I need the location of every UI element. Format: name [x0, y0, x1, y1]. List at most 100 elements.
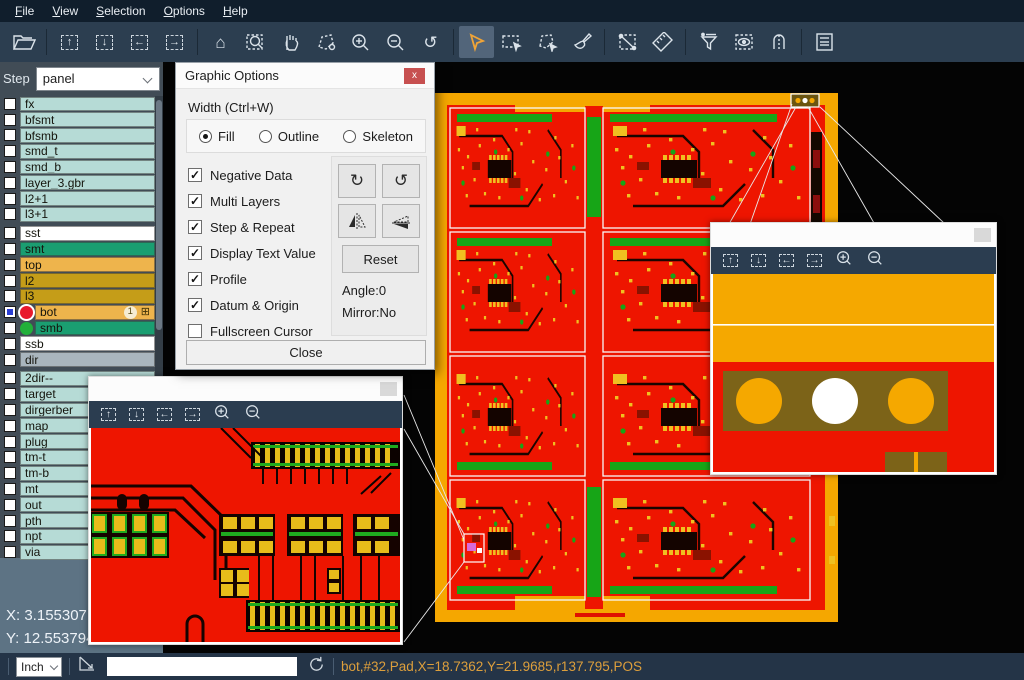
layer-row-bfsmt[interactable]: bfsmt [0, 112, 155, 128]
zoom-in-icon[interactable] [343, 26, 378, 58]
layer-checkbox[interactable] [4, 114, 16, 126]
nudge-up-icon[interactable]: ↑ [52, 26, 87, 58]
nudge-up-icon[interactable]: ↑ [723, 254, 738, 267]
nudge-left-icon[interactable]: ← [779, 254, 794, 267]
layer-row-bot[interactable]: bot1⊞ [0, 304, 155, 320]
layer-checkbox[interactable] [4, 530, 16, 542]
nudge-left-icon[interactable]: ← [122, 26, 157, 58]
home-view-icon[interactable]: ⌂ [203, 26, 238, 58]
layer-checkbox[interactable] [4, 129, 16, 141]
layer-row-fx[interactable]: fx [0, 96, 155, 112]
measure-corner-icon[interactable] [77, 655, 97, 678]
layer-checkbox[interactable] [4, 259, 16, 271]
checkbox-icon[interactable]: ✓ [188, 168, 202, 182]
layer-checkbox[interactable] [4, 420, 16, 432]
radio-skeleton[interactable]: Skeleton [343, 129, 413, 144]
layer-color-bar[interactable]: l2 [20, 273, 155, 288]
zoom-out-icon[interactable] [866, 249, 884, 272]
layer-row-bfsmb[interactable]: bfsmb [0, 128, 155, 144]
layer-checkbox[interactable] [4, 227, 16, 239]
nudge-right-icon[interactable]: → [807, 254, 822, 267]
nudge-up-icon[interactable]: ↑ [101, 408, 116, 421]
zoom-in-icon[interactable] [835, 249, 853, 272]
layer-color-bar[interactable]: ssb [20, 336, 155, 351]
layer-row-smd_b[interactable]: smd_b [0, 159, 155, 175]
paint-brush-icon[interactable] [564, 26, 599, 58]
checkbox-icon[interactable] [188, 324, 202, 338]
layer-color-bar[interactable]: smd_t [20, 144, 155, 159]
layer-checkbox[interactable] [4, 145, 16, 157]
menu-item-view[interactable]: View [43, 1, 87, 21]
unit-select[interactable]: Inch [16, 657, 62, 677]
layer-color-bar[interactable]: bot1⊞ [35, 305, 155, 320]
layer-checkbox[interactable] [4, 243, 16, 255]
layer-checkbox[interactable] [4, 483, 16, 495]
layer-checkbox[interactable] [4, 306, 16, 318]
window-button[interactable] [380, 382, 397, 396]
nudge-right-icon[interactable]: → [157, 26, 192, 58]
nudge-right-icon[interactable]: → [185, 408, 200, 421]
checkbox-icon[interactable]: ✓ [188, 194, 202, 208]
radio-button-icon[interactable] [259, 130, 272, 143]
refresh-icon[interactable] [307, 655, 326, 679]
option-multi-layers[interactable]: ✓Multi Layers [188, 188, 316, 214]
layer-color-bar[interactable]: bfsmt [20, 112, 155, 127]
zoom-window-titlebar[interactable] [89, 377, 402, 401]
layer-row-smb[interactable]: smb [0, 320, 155, 336]
select-rectangle-icon[interactable] [494, 26, 529, 58]
scrollbar-thumb[interactable] [156, 100, 162, 330]
layer-row-ssb[interactable]: ssb [0, 336, 155, 352]
layer-checkbox[interactable] [4, 193, 16, 205]
layer-row-dir[interactable]: dir [0, 352, 155, 368]
layer-color-bar[interactable]: l3 [20, 289, 155, 304]
layer-color-bar[interactable]: fx [20, 97, 155, 112]
option-step-repeat[interactable]: ✓Step & Repeat [188, 214, 316, 240]
zoom-previous-icon[interactable]: ↺ [413, 26, 448, 58]
layer-color-bar[interactable]: sst [20, 226, 155, 241]
menu-item-help[interactable]: Help [214, 1, 257, 21]
layer-row-sst[interactable]: sst [0, 225, 155, 241]
layer-checkbox[interactable] [4, 322, 16, 334]
menu-item-file[interactable]: File [6, 1, 43, 21]
layer-checkbox[interactable] [4, 467, 16, 479]
nudge-down-icon[interactable]: ↓ [751, 254, 766, 267]
layer-row-layer_3.gbr[interactable]: layer_3.gbr [0, 175, 155, 191]
layer-color-bar[interactable]: dir [20, 352, 155, 367]
layer-row-top[interactable]: top [0, 257, 155, 273]
rotate-ccw-button[interactable]: ↺ [382, 164, 420, 198]
rotate-cw-button[interactable]: ↻ [338, 164, 376, 198]
close-button[interactable]: Close [186, 340, 426, 365]
layer-color-bar[interactable]: l2+1 [20, 191, 155, 206]
layer-checkbox[interactable] [4, 546, 16, 558]
layer-checkbox[interactable] [4, 388, 16, 400]
option-display-text-value[interactable]: ✓Display Text Value [188, 240, 316, 266]
layer-checkbox[interactable] [4, 275, 16, 287]
menu-item-options[interactable]: Options [155, 1, 214, 21]
radio-button-icon[interactable] [343, 130, 356, 143]
zoom-detail-right[interactable] [713, 274, 994, 472]
report-list-icon[interactable] [807, 26, 842, 58]
radio-fill[interactable]: Fill [199, 129, 235, 144]
layer-color-bar[interactable]: l3+1 [20, 207, 155, 222]
mirror-vertical-button[interactable] [382, 204, 420, 238]
zoom-window-icon[interactable] [238, 26, 273, 58]
layer-active-indicator[interactable] [20, 322, 33, 335]
layer-checkbox[interactable] [4, 404, 16, 416]
zoom-window-left[interactable]: ↑ ↓ ← → [88, 376, 403, 645]
graphic-options-dialog[interactable]: Graphic Options x Width (Ctrl+W) FillOut… [175, 62, 435, 370]
checkbox-icon[interactable]: ✓ [188, 272, 202, 286]
option-negative-data[interactable]: ✓Negative Data [188, 162, 316, 188]
pan-hand-icon[interactable] [273, 26, 308, 58]
mirror-horizontal-button[interactable] [338, 204, 376, 238]
measure-distance-icon[interactable] [610, 26, 645, 58]
layer-checkbox[interactable] [4, 338, 16, 350]
layer-color-bar[interactable]: smb [35, 321, 155, 336]
measure-ruler-icon[interactable] [645, 26, 680, 58]
zoom-window-right[interactable]: ↑ ↓ ← → [710, 222, 997, 475]
nudge-left-icon[interactable]: ← [157, 408, 172, 421]
layer-color-bar[interactable]: layer_3.gbr [20, 175, 155, 190]
option-datum-origin[interactable]: ✓Datum & Origin [188, 292, 316, 318]
layer-color-bar[interactable]: top [20, 257, 155, 272]
zoom-polygon-icon[interactable] [308, 26, 343, 58]
zoom-out-icon[interactable] [378, 26, 413, 58]
